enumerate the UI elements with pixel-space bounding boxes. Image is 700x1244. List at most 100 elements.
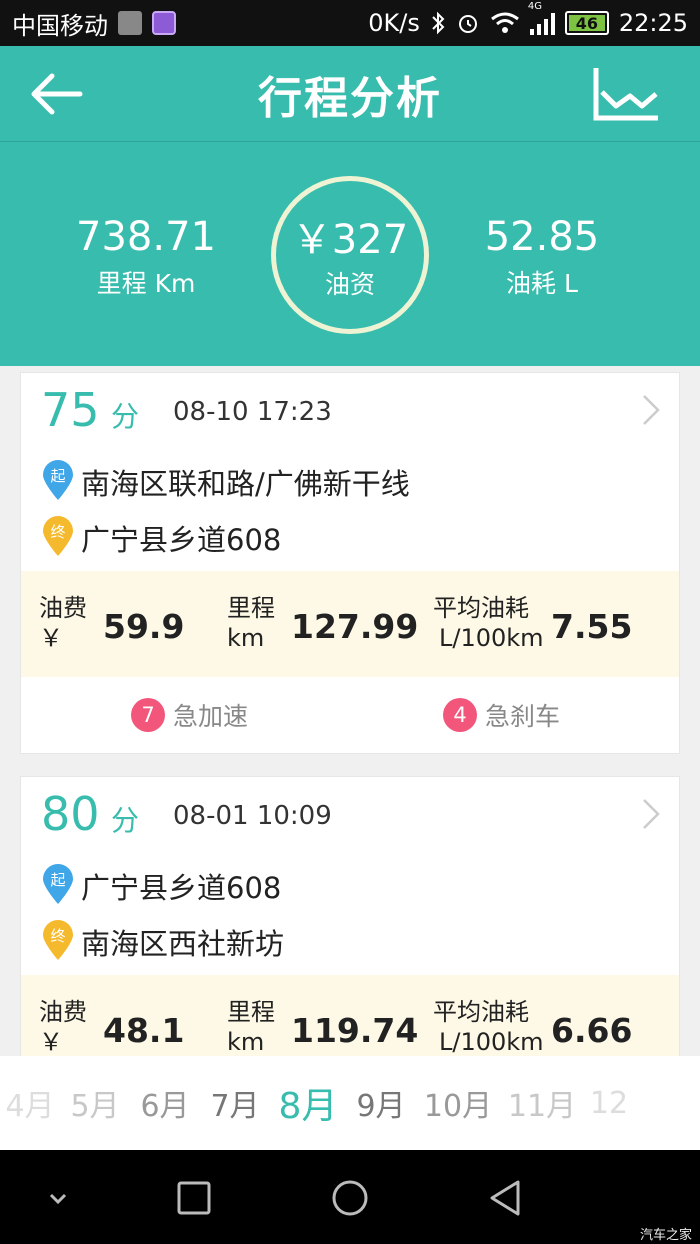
distance-value: 119.74 [291,1011,419,1050]
month-tab[interactable]: 9月 [346,1081,416,1125]
trip-score: 75 [41,383,100,437]
bluetooth-icon [432,11,445,35]
avg-value: 7.55 [551,607,633,646]
fuel-fee: 油费 ￥ 59.9 [39,593,184,653]
home-icon[interactable] [326,1174,374,1222]
fuel-used-label: 油耗 L [506,269,578,298]
month-tab[interactable]: 6月 [130,1081,200,1125]
trip-metrics: 油费 ￥ 59.9 里程 km 127.99 平均油耗 L/100km 7.55 [21,571,679,677]
app-bar: 行程分析 [0,46,700,142]
distance-label: 里程 [227,594,275,622]
trip-score: 80 [41,787,100,841]
end-address: 广宁县乡道608 [81,523,282,557]
trip-summary: 738.71 里程 Km ￥327 油资 52.85 油耗 L [0,142,700,366]
fee-unit: ￥ [39,1028,63,1056]
total-fuel-used: 52.85 油耗 L [442,214,642,300]
chevron-right-icon[interactable] [641,797,661,831]
month-tab[interactable]: 5月 [60,1081,130,1125]
fuel-cost-ring: ￥327 油资 [271,176,429,334]
trip-datetime: 08-01 10:09 [173,801,332,831]
start-tag: 起 [50,467,65,485]
trip-card[interactable]: 75 分 08-10 17:23 起 南海区联和路/广佛新干线 终 广宁县乡道6… [20,372,680,754]
fuel-fee: 油费 ￥ 48.1 [39,997,184,1057]
start-location: 起 广宁县乡道608 [21,857,679,913]
fee-unit: ￥ [39,624,63,652]
hard-acceleration: 7 急加速 [131,697,248,733]
fuel-used-value: 52.85 [484,214,600,260]
avg-value: 6.66 [551,1011,633,1050]
battery-icon: 46 [564,11,609,35]
fuel-cost-value: ￥327 [291,217,409,263]
distance-label: 里程 [227,998,275,1026]
watermark: 汽车之家 [639,1228,692,1243]
month-tab-selected[interactable]: 8月 [270,1077,346,1129]
end-tag: 终 [50,927,65,945]
score-unit: 分 [111,400,140,433]
fee-label: 油费 [39,998,87,1026]
trip-distance: 里程 km 127.99 [227,593,418,653]
carrier-name: 中国移动 [12,11,108,40]
clock: 22:25 [618,9,688,37]
alarm-icon [458,15,477,33]
trip-distance: 里程 km 119.74 [227,997,418,1057]
start-pin-icon: 起 [43,460,73,500]
start-location: 起 南海区联和路/广佛新干线 [21,453,679,509]
end-tag: 终 [50,523,65,541]
wifi-icon [490,12,519,33]
battery-level: 46 [575,13,598,33]
total-mileage: 738.71 里程 Km [46,214,246,300]
fee-label: 油费 [39,594,87,622]
avg-consumption: 平均油耗 L/100km 7.55 [433,593,632,653]
fee-value: 59.9 [103,607,185,646]
brake-label: 急刹车 [485,702,561,731]
month-tab[interactable]: 7月 [200,1081,270,1125]
accel-count-badge: 7 [131,698,165,732]
trip-card[interactable]: 80 分 08-01 10:09 起 广宁县乡道608 终 南海区西社新坊 油费… [20,776,680,1076]
status-bar: 中国移动 0K/s 4G 46 22:25 [0,0,700,46]
notification-avatar-icon [118,11,142,35]
network-speed: 0K/s [368,9,420,37]
distance-value: 127.99 [291,607,419,646]
end-pin-icon: 终 [43,920,73,960]
month-tab[interactable]: 4月 [0,1081,60,1125]
avg-label: 平均油耗 [433,998,529,1026]
score-unit: 分 [111,804,140,837]
driving-events: 7 急加速 4 急刹车 [21,679,679,753]
distance-unit: km [227,624,265,652]
avg-consumption: 平均油耗 L/100km 6.66 [433,997,632,1057]
start-pin-icon: 起 [43,864,73,904]
avg-label: 平均油耗 [433,594,529,622]
month-tab[interactable]: 12 [584,1086,634,1121]
month-picker[interactable]: 4月 5月 6月 7月 8月 9月 10月 11月 12 [0,1056,700,1150]
brake-count-badge: 4 [443,698,477,732]
system-nav-bar [0,1150,700,1244]
cell-signal-icon: 4G [528,1,555,35]
start-address: 广宁县乡道608 [81,871,282,905]
month-tab[interactable]: 10月 [416,1081,500,1125]
hard-braking: 4 急刹车 [443,697,560,733]
end-location: 终 广宁县乡道608 [21,509,679,565]
end-address: 南海区西社新坊 [81,927,285,961]
avg-unit: L/100km [439,624,544,652]
page-title: 行程分析 [258,72,442,124]
chevron-right-icon[interactable] [641,393,661,427]
mileage-value: 738.71 [76,214,216,260]
avg-unit: L/100km [439,1028,544,1056]
end-pin-icon: 终 [43,516,73,556]
gallery-notification-icon [152,11,176,35]
distance-unit: km [227,1028,265,1056]
start-tag: 起 [50,871,65,889]
end-location: 终 南海区西社新坊 [21,913,679,969]
fuel-cost-label: 油资 [324,270,375,299]
fee-value: 48.1 [103,1011,185,1050]
line-chart-icon[interactable] [592,66,662,122]
month-tab[interactable]: 11月 [500,1081,584,1125]
hide-keyboard-icon[interactable] [34,1174,82,1222]
recents-icon[interactable] [170,1174,218,1222]
network-type: 4G [527,1,542,12]
trip-datetime: 08-10 17:23 [173,397,332,427]
start-address: 南海区联和路/广佛新干线 [81,467,410,501]
accel-label: 急加速 [173,702,249,731]
back-arrow-icon[interactable] [28,70,84,118]
back-icon[interactable] [482,1174,530,1222]
